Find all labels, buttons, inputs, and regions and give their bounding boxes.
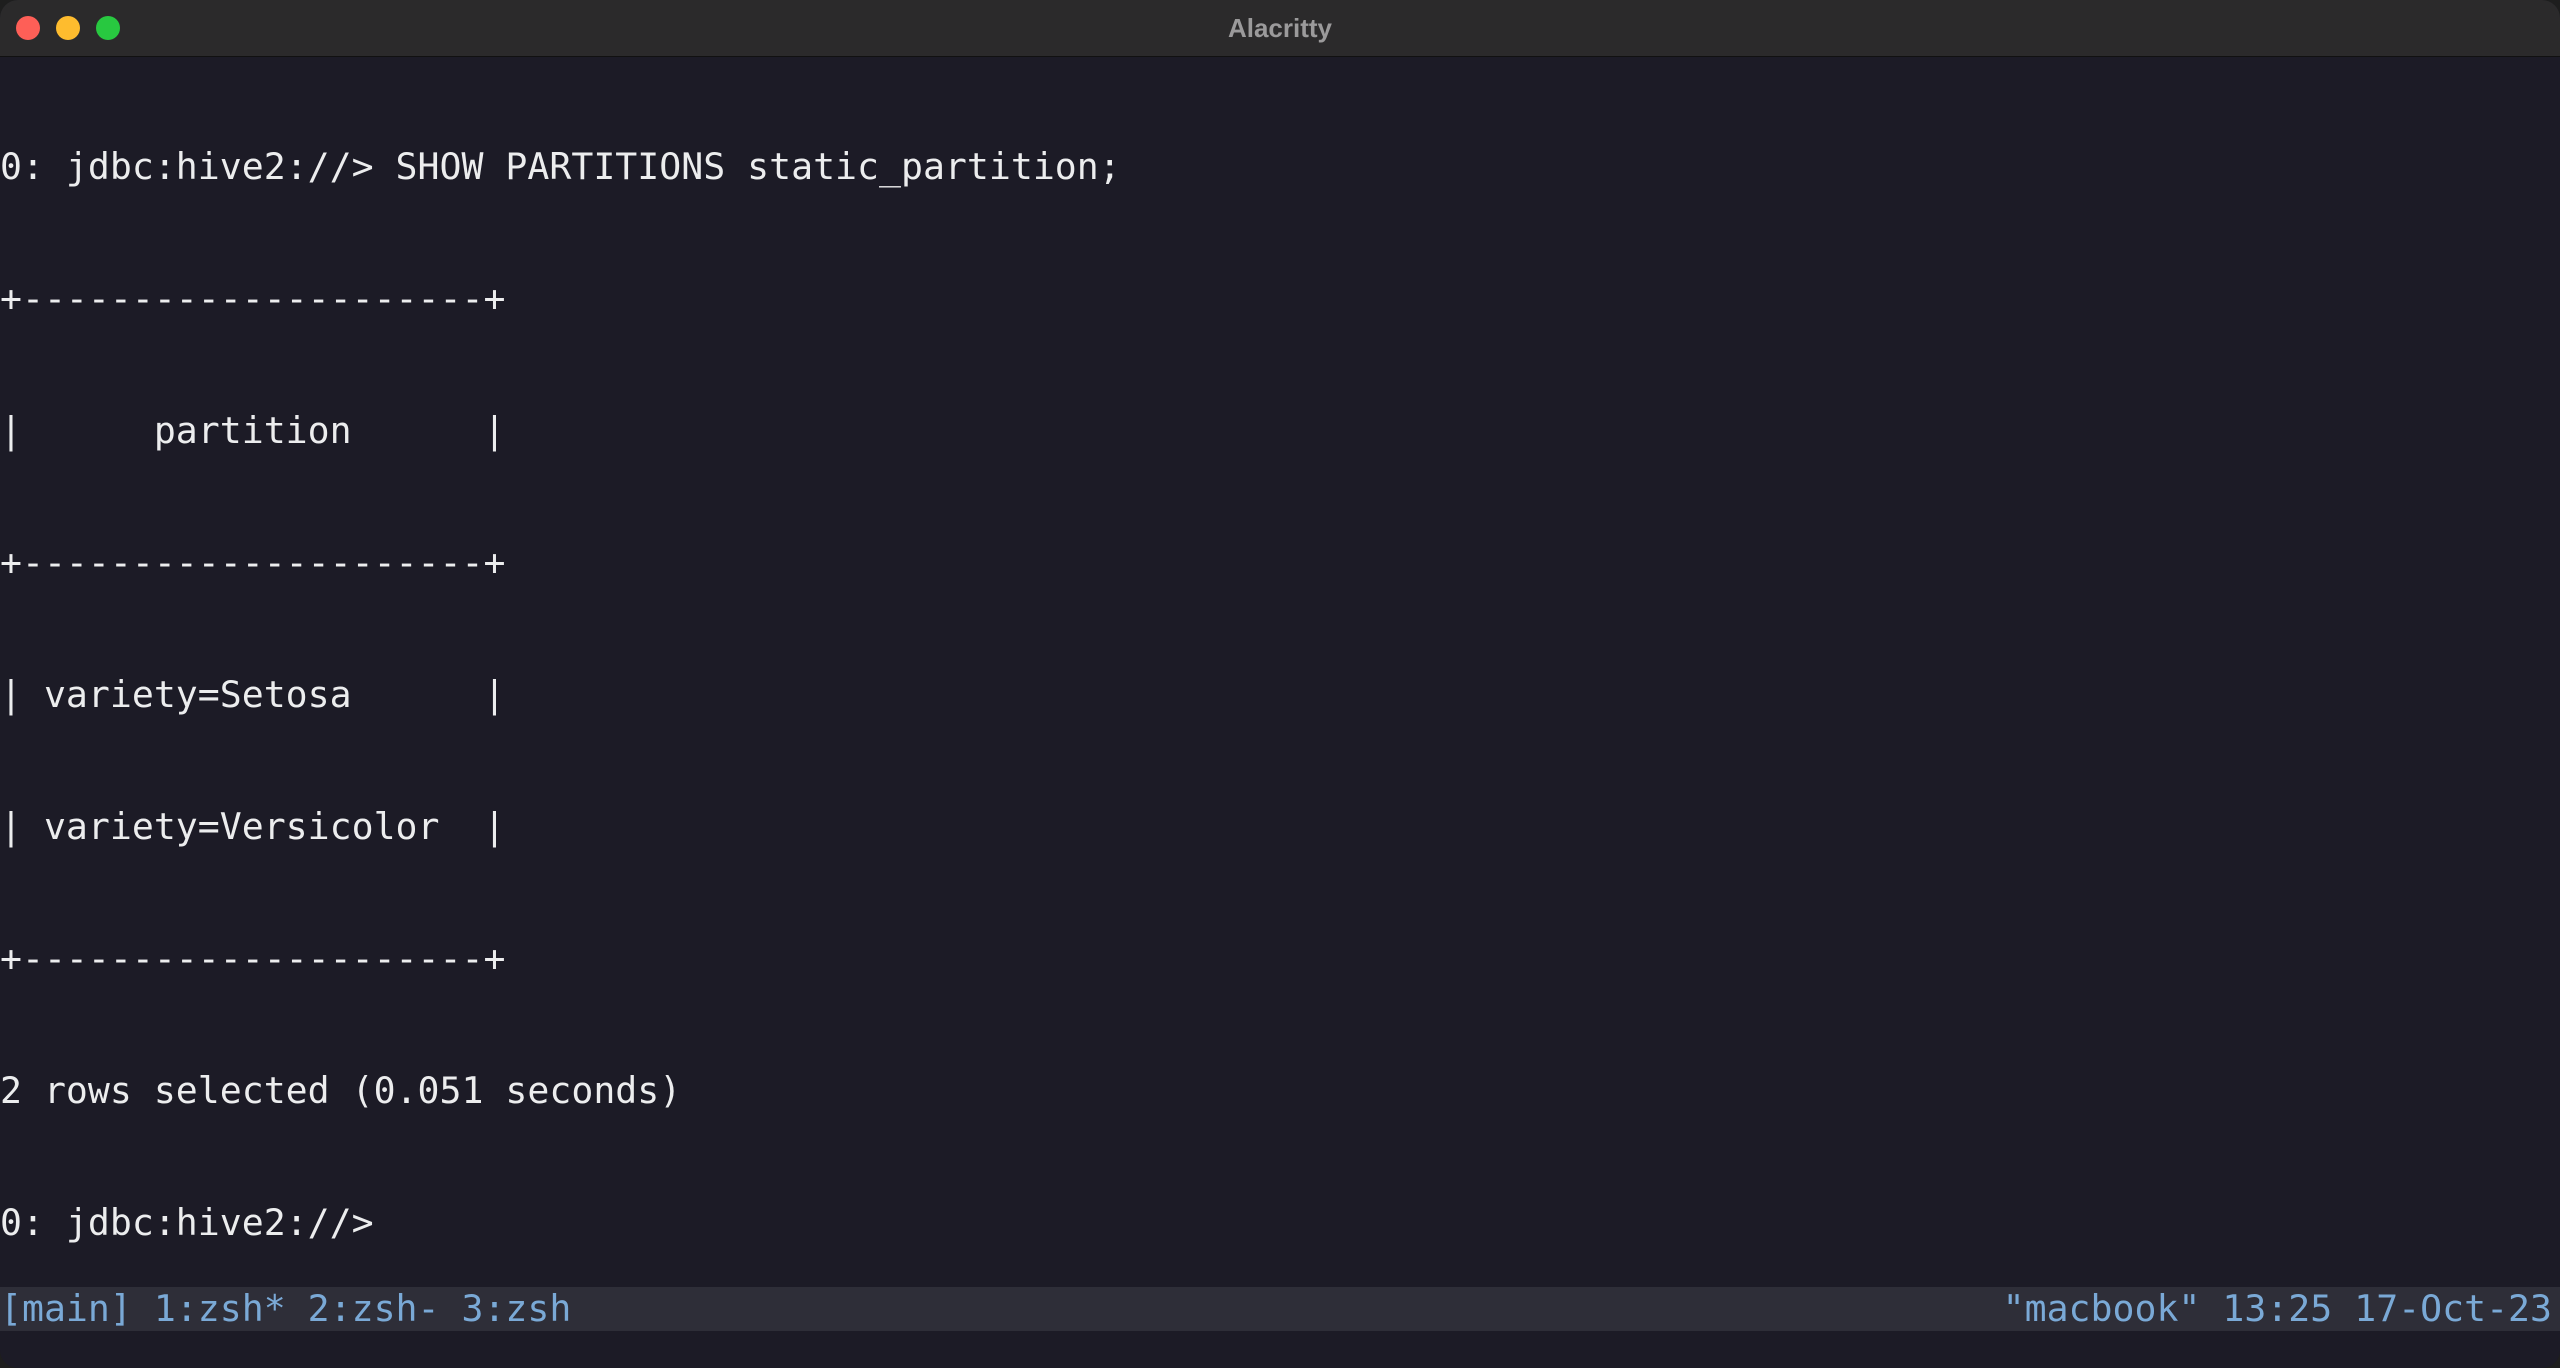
result-summary: 2 rows selected (0.051 seconds) xyxy=(0,1069,682,1112)
terminal-window: Alacritty 0: jdbc:hive2://> SHOW PARTITI… xyxy=(0,0,2560,1368)
tmux-window-list[interactable]: [main] 1:zsh* 2:zsh- 3:zsh xyxy=(0,1287,571,1331)
table-header-row: | partition | xyxy=(0,409,506,452)
title-bar[interactable]: Alacritty xyxy=(0,0,2560,57)
terminal-prompt[interactable]: 0: jdbc:hive2://> xyxy=(0,1201,2560,1245)
terminal-bottom-padding xyxy=(0,1331,2560,1368)
tmux-status-bar: [main] 1:zsh* 2:zsh- 3:zsh "macbook" 13:… xyxy=(0,1287,2560,1331)
table-row: | variety=Versicolor | xyxy=(0,805,506,848)
terminal-line-command: 0: jdbc:hive2://> SHOW PARTITIONS static… xyxy=(0,145,1121,188)
table-header-border: +---------------------+ xyxy=(0,541,506,584)
window-title: Alacritty xyxy=(1227,13,1333,43)
terminal-output[interactable]: 0: jdbc:hive2://> SHOW PARTITIONS static… xyxy=(0,57,2560,1287)
table-border-bottom: +---------------------+ xyxy=(0,937,506,980)
table-border-top: +---------------------+ xyxy=(0,277,506,320)
table-row: | variety=Setosa | xyxy=(0,673,506,716)
tmux-status-right: "macbook" 13:25 17-Oct-23 xyxy=(2002,1287,2552,1330)
